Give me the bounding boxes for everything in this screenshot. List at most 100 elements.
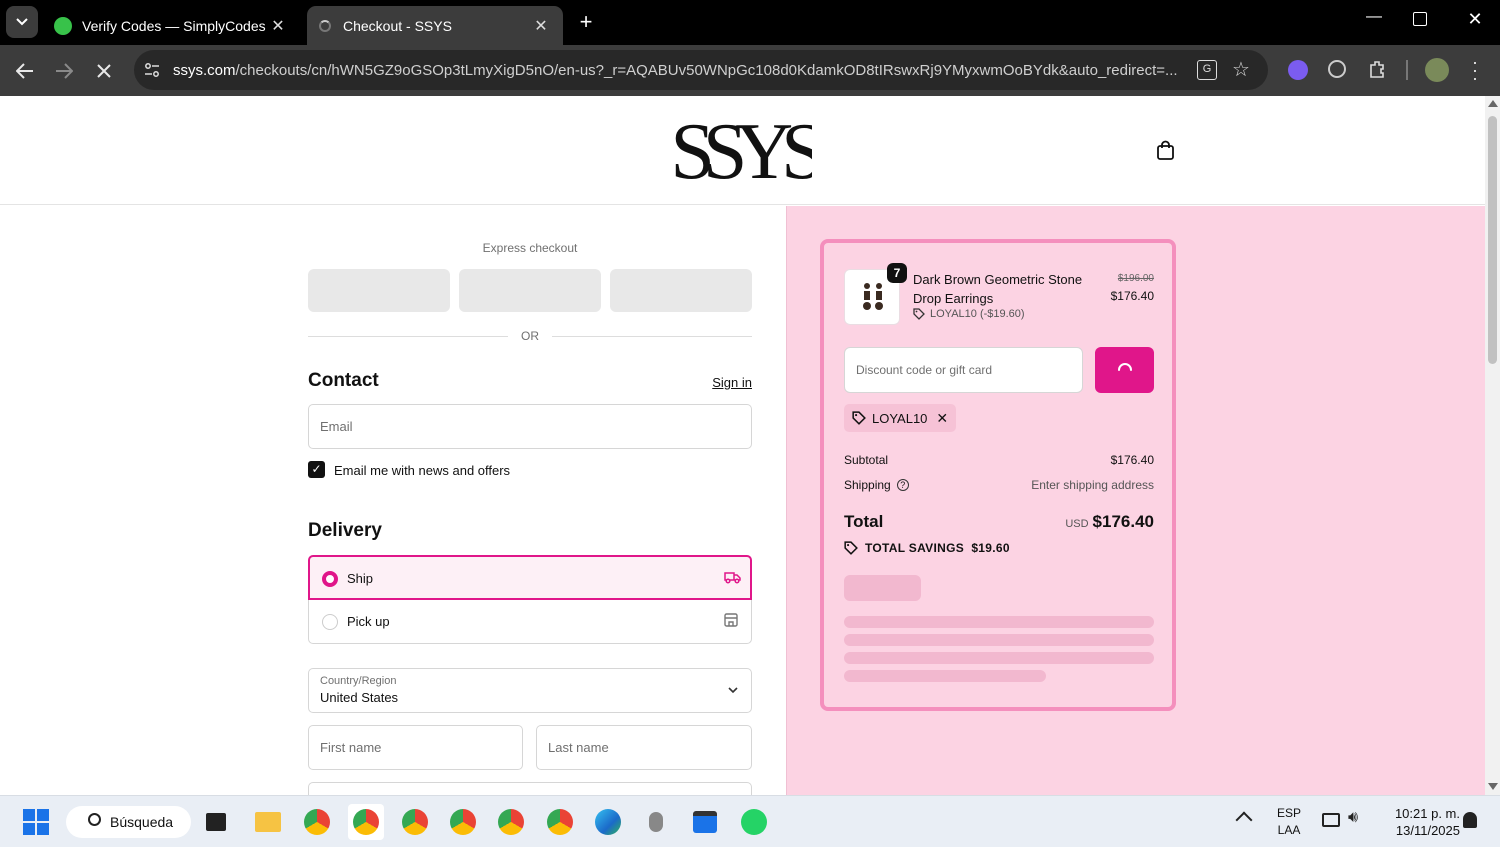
item-discount: LOYAL10 (-$19.60): [913, 308, 1025, 320]
subtotal-value: $176.40: [1110, 453, 1154, 467]
loading-spinner-icon: [1117, 363, 1132, 371]
clock[interactable]: 10:21 p. m. 13/11/2025: [1378, 805, 1460, 839]
tray-chevron-up-icon[interactable]: [1235, 811, 1253, 829]
volume-icon[interactable]: 🔊︎: [1348, 809, 1358, 827]
shopping-bag-icon[interactable]: [1156, 140, 1175, 160]
page-scrollbar[interactable]: [1485, 96, 1500, 795]
browser-toolbar: ssys.com/checkouts/cn/hWN5GZ9oGSOp3tLmyX…: [0, 45, 1500, 96]
sign-in-link[interactable]: Sign in: [700, 375, 752, 390]
bookmark-star-icon[interactable]: ☆: [1232, 57, 1250, 82]
chrome-profile-icon[interactable]: [445, 804, 481, 840]
scroll-down-arrow[interactable]: [1488, 783, 1498, 790]
address-bar[interactable]: ssys.com/checkouts/cn/hWN5GZ9oGSOp3tLmyX…: [134, 50, 1268, 90]
toolbar-divider: [1406, 60, 1408, 80]
chrome-icon[interactable]: [299, 804, 335, 840]
order-summary-card: 7 Dark Brown Geometric Stone Drop Earring…: [820, 239, 1176, 711]
contact-heading: Contact: [308, 370, 379, 391]
total-label: Total: [844, 512, 884, 531]
site-settings-icon[interactable]: [144, 62, 160, 78]
url-text: ssys.com/checkouts/cn/hWN5GZ9oGSOp3tLmyX…: [173, 61, 1178, 79]
express-pay-button-1[interactable]: [308, 269, 450, 312]
or-divider-right: [552, 336, 752, 337]
email-placeholder: Email: [320, 419, 353, 434]
minimize-button[interactable]: —: [1362, 8, 1386, 32]
browser-tab-bar: Verify Codes — SimplyCodes ✕ Checkout - …: [0, 0, 1500, 45]
restore-button[interactable]: [1413, 12, 1427, 26]
express-pay-button-2[interactable]: [459, 269, 601, 312]
search-icon: [88, 813, 101, 826]
menu-kebab-icon[interactable]: · · ·: [1470, 53, 1480, 87]
windows-start-icon[interactable]: [18, 804, 54, 840]
last-name-field[interactable]: Last name: [536, 725, 752, 770]
tag-icon: [913, 308, 925, 320]
tag-icon: [852, 411, 866, 425]
ship-label: Ship: [347, 571, 374, 586]
email-field[interactable]: Email: [308, 404, 752, 449]
new-tab-button[interactable]: +: [572, 8, 600, 36]
delivery-pickup-option[interactable]: Pick up: [308, 600, 752, 644]
tab-title: Verify Codes — SimplyCodes: [82, 17, 266, 34]
whatsapp-icon[interactable]: [736, 804, 772, 840]
stop-loading-button[interactable]: [86, 45, 122, 96]
country-label: Country/Region: [320, 675, 397, 687]
chrome-profile-icon[interactable]: [542, 804, 578, 840]
close-tab-icon[interactable]: ✕: [531, 16, 551, 36]
taskbar-search-text: Búsqueda: [110, 814, 174, 830]
country-select[interactable]: Country/Region United States: [308, 668, 752, 713]
chrome-profile-icon[interactable]: [397, 804, 433, 840]
chrome-profile-icon[interactable]: [493, 804, 529, 840]
input-language[interactable]: ESP LAA: [1270, 805, 1308, 839]
pickup-radio[interactable]: [322, 614, 338, 630]
profile-avatar[interactable]: [1425, 58, 1449, 82]
subtotal-label: Subtotal: [844, 453, 889, 467]
scrollbar-thumb[interactable]: [1488, 116, 1497, 364]
last-name-placeholder: Last name: [548, 740, 609, 755]
mouse-app-icon[interactable]: [638, 804, 674, 840]
applied-code-chip: LOYAL10 ✕: [844, 404, 957, 432]
chevron-down-icon: [16, 18, 28, 26]
express-pay-button-3[interactable]: [610, 269, 752, 312]
store-logo[interactable]: SSYS: [672, 112, 812, 188]
extensions-puzzle-icon[interactable]: [1368, 59, 1388, 79]
express-checkout-label: Express checkout: [482, 241, 578, 255]
extension-purple-icon[interactable]: [1288, 60, 1308, 80]
first-name-field[interactable]: First name: [308, 725, 523, 770]
notification-bell-icon[interactable]: [1463, 812, 1477, 828]
skeleton-line: [844, 616, 1154, 628]
network-icon[interactable]: [1322, 813, 1340, 827]
first-name-placeholder: First name: [320, 740, 382, 755]
translate-icon[interactable]: G: [1197, 60, 1217, 80]
tab-title: Checkout - SSYS: [343, 17, 452, 34]
apply-discount-button[interactable]: [1095, 347, 1154, 393]
ship-radio[interactable]: [322, 571, 338, 587]
or-divider-left: [308, 336, 508, 337]
scroll-up-arrow[interactable]: [1488, 100, 1498, 107]
help-circle-icon[interactable]: ?: [896, 479, 909, 491]
address-field[interactable]: [308, 782, 752, 795]
tab-simplycodes[interactable]: Verify Codes — SimplyCodes ✕: [42, 6, 300, 45]
store-header: SSYS: [0, 96, 1485, 205]
discount-placeholder: Discount code or gift card: [856, 363, 993, 377]
total-value: USD $176.40: [1065, 512, 1154, 531]
tag-icon: [844, 541, 858, 555]
delivery-ship-option[interactable]: Ship: [308, 555, 752, 600]
chrome-profile-icon[interactable]: [348, 804, 384, 840]
task-view-icon[interactable]: [198, 804, 234, 840]
newsletter-checkbox[interactable]: ✓: [308, 461, 325, 478]
forward-button[interactable]: [46, 45, 82, 96]
edge-icon[interactable]: [590, 804, 626, 840]
discount-code-field[interactable]: Discount code or gift card: [844, 347, 1083, 393]
tab-list-button[interactable]: [6, 6, 38, 38]
remove-code-icon[interactable]: ✕: [936, 410, 948, 427]
file-explorer-icon[interactable]: [250, 804, 286, 840]
back-button[interactable]: [7, 45, 43, 96]
svg-text:SSYS: SSYS: [672, 112, 812, 188]
microsoft-store-icon[interactable]: [687, 804, 723, 840]
tab-checkout[interactable]: Checkout - SSYS ✕: [307, 6, 563, 45]
taskbar-search-box[interactable]: Búsqueda: [66, 806, 191, 838]
close-window-button[interactable]: ✕: [1464, 9, 1486, 31]
globe-icon[interactable]: [1328, 60, 1346, 78]
close-tab-icon[interactable]: ✕: [268, 16, 288, 36]
delivery-heading: Delivery: [308, 520, 382, 541]
applied-code-text: LOYAL10: [872, 410, 928, 426]
